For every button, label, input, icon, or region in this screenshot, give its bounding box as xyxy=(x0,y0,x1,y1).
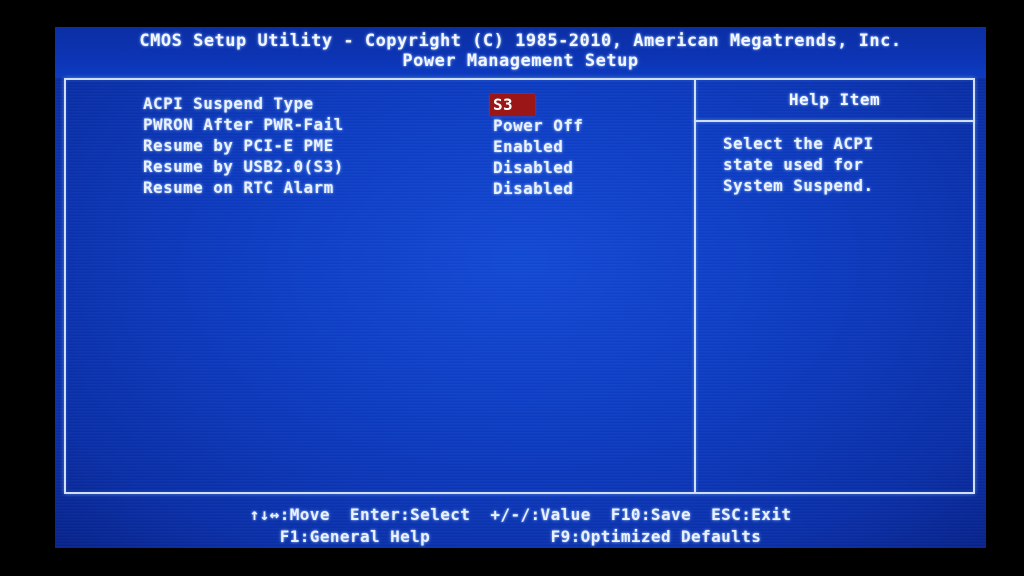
setting-row-resume-on-rtc-alarm[interactable]: Resume on RTC Alarm Disabled xyxy=(66,178,694,198)
setting-row-pwron-after-pwr-fail[interactable]: PWRON After PWR-Fail Power Off xyxy=(66,115,694,135)
footer-key-legend: ↑↓↔:Move Enter:Select +/-/:Value F10:Sav… xyxy=(55,501,986,548)
page-title: Power Management Setup xyxy=(402,51,639,71)
setting-label: Resume by PCI-E PME xyxy=(143,136,334,155)
setting-row-resume-by-usb20-s3[interactable]: Resume by USB2.0(S3) Disabled xyxy=(66,157,694,177)
setting-value[interactable]: Power Off xyxy=(490,115,586,137)
setting-label: PWRON After PWR-Fail xyxy=(143,115,344,134)
setting-value[interactable]: Disabled xyxy=(490,178,576,200)
main-frame: ACPI Suspend Type S3 PWRON After PWR-Fai… xyxy=(64,78,975,494)
settings-list: ACPI Suspend Type S3 PWRON After PWR-Fai… xyxy=(66,80,694,492)
utility-title: CMOS Setup Utility - Copyright (C) 1985-… xyxy=(139,31,902,51)
setting-value[interactable]: Enabled xyxy=(490,136,566,158)
setting-row-acpi-suspend-type[interactable]: ACPI Suspend Type S3 xyxy=(66,94,694,116)
setting-label: Resume on RTC Alarm xyxy=(143,178,334,197)
footer-line-secondary: F1:General Help F9:Optimized Defaults xyxy=(279,527,762,546)
setting-value[interactable]: Disabled xyxy=(490,157,576,179)
help-pane-title: Help Item xyxy=(788,90,881,109)
setting-label: Resume by USB2.0(S3) xyxy=(143,157,344,176)
help-pane: Help Item Select the ACPI state used for… xyxy=(694,80,975,492)
footer-line-primary: ↑↓↔:Move Enter:Select +/-/:Value F10:Sav… xyxy=(249,505,792,524)
help-text-line: Select the ACPI xyxy=(723,134,874,153)
monitor-bezel: CMOS Setup Utility - Copyright (C) 1985-… xyxy=(0,0,1024,576)
setting-row-resume-by-pcie-pme[interactable]: Resume by PCI-E PME Enabled xyxy=(66,136,694,156)
setting-value-selected[interactable]: S3 xyxy=(490,94,536,116)
bios-screen: CMOS Setup Utility - Copyright (C) 1985-… xyxy=(55,27,986,548)
help-text-line: state used for xyxy=(723,155,864,174)
setting-label: ACPI Suspend Type xyxy=(143,94,314,113)
help-text-line: System Suspend. xyxy=(723,176,874,195)
